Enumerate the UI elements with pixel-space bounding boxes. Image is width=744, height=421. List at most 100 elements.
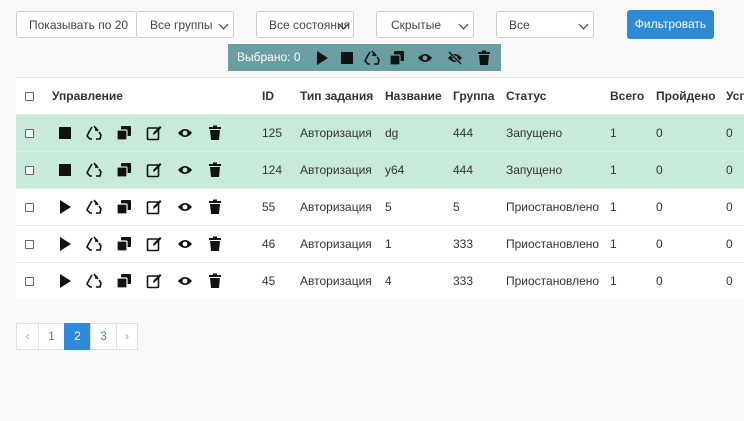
trash-icon[interactable]	[207, 273, 223, 289]
per-page-select[interactable]: Показывать по 20	[16, 11, 137, 38]
recycle-icon[interactable]	[86, 125, 102, 141]
page-link[interactable]: 1	[38, 323, 65, 350]
trash-icon[interactable]	[207, 199, 223, 215]
trash-icon[interactable]	[207, 162, 223, 178]
cell-success: 0	[726, 126, 733, 140]
stop-icon[interactable]	[57, 125, 73, 141]
cell-task-type: Авторизация	[300, 274, 372, 288]
cell-total: 1	[610, 274, 617, 288]
eye-icon[interactable]	[177, 236, 193, 252]
bulk-actions-bar: Выбрано: 0	[228, 44, 501, 71]
cell-id: 45	[262, 274, 276, 288]
per-page-value: Показывать по 20	[29, 18, 129, 32]
cell-id: 55	[262, 200, 276, 214]
cell-passed: 0	[656, 163, 663, 177]
selected-count: Выбрано: 0	[237, 50, 301, 64]
header-status[interactable]: Статус	[506, 78, 546, 115]
copy-icon[interactable]	[116, 273, 132, 289]
play-icon[interactable]	[314, 50, 330, 66]
header-id[interactable]: ID	[262, 78, 274, 115]
row-checkbox[interactable]	[25, 277, 34, 286]
recycle-icon[interactable]	[86, 273, 102, 289]
table-row: 124 Авторизация y64 444 Запущено 1 0 0	[16, 151, 744, 188]
row-checkbox[interactable]	[25, 166, 34, 175]
header-name[interactable]: Название	[385, 78, 442, 115]
table-row: 45 Авторизация 4 333 Приостановлено 1 0 0	[16, 262, 744, 299]
eye-icon[interactable]	[177, 199, 193, 215]
play-icon[interactable]	[57, 236, 73, 252]
copy-icon[interactable]	[116, 236, 132, 252]
header-total[interactable]: Всего	[610, 78, 644, 115]
cell-success: 0	[726, 274, 733, 288]
table-row: 46 Авторизация 1 333 Приостановлено 1 0 0	[16, 225, 744, 262]
eye-icon[interactable]	[417, 50, 433, 66]
copy-icon[interactable]	[116, 162, 132, 178]
cell-status: Приостановлено	[506, 237, 600, 251]
eye-slash-icon[interactable]	[447, 50, 463, 66]
recycle-icon[interactable]	[86, 162, 102, 178]
table-row: 55 Авторизация 5 5 Приостановлено 1 0 0	[16, 188, 744, 225]
header-group[interactable]: Группа	[453, 78, 494, 115]
hidden-select[interactable]: Скрытые	[376, 11, 474, 38]
eye-icon[interactable]	[177, 273, 193, 289]
cell-id: 46	[262, 237, 276, 251]
chevron-down-icon	[458, 19, 469, 30]
cell-passed: 0	[656, 274, 663, 288]
recycle-icon[interactable]	[86, 236, 102, 252]
cell-id: 125	[262, 126, 283, 140]
header-success[interactable]: Успешно	[726, 78, 744, 115]
header-passed[interactable]: Пройдено	[656, 78, 716, 115]
cell-task-type: Авторизация	[300, 200, 372, 214]
cell-task-type: Авторизация	[300, 163, 372, 177]
cell-status: Приостановлено	[506, 274, 600, 288]
cell-passed: 0	[656, 237, 663, 251]
row-checkbox[interactable]	[25, 203, 34, 212]
edit-icon[interactable]	[146, 236, 162, 252]
all-select[interactable]: Все	[496, 11, 594, 38]
row-checkbox[interactable]	[25, 129, 34, 138]
filter-button[interactable]: Фильтровать	[627, 10, 714, 39]
header-manage: Управление	[52, 89, 123, 103]
cell-group: 5	[453, 200, 460, 214]
hidden-value: Скрытые	[391, 18, 442, 32]
page-link[interactable]: 3	[90, 323, 117, 350]
page-link-current[interactable]: 2	[64, 323, 91, 350]
trash-icon[interactable]	[476, 50, 492, 66]
copy-icon[interactable]	[389, 50, 405, 66]
states-select[interactable]: Все состояния	[256, 11, 354, 38]
prev-page-button[interactable]: ‹	[16, 323, 39, 350]
cell-name: 5	[385, 200, 392, 214]
recycle-icon[interactable]	[364, 50, 380, 66]
stop-icon[interactable]	[57, 162, 73, 178]
cell-name: dg	[385, 126, 399, 140]
cell-success: 0	[726, 163, 733, 177]
eye-icon[interactable]	[177, 125, 193, 141]
groups-value: Все группы	[150, 18, 213, 32]
play-icon[interactable]	[57, 199, 73, 215]
select-all-checkbox[interactable]	[25, 92, 34, 101]
groups-select[interactable]: Все группы	[136, 11, 234, 38]
play-icon[interactable]	[57, 273, 73, 289]
copy-icon[interactable]	[116, 199, 132, 215]
cell-group: 333	[453, 237, 474, 251]
edit-icon[interactable]	[146, 273, 162, 289]
cell-passed: 0	[656, 200, 663, 214]
cell-success: 0	[726, 237, 733, 251]
recycle-icon[interactable]	[86, 199, 102, 215]
stop-icon[interactable]	[339, 50, 355, 66]
cell-group: 444	[453, 163, 474, 177]
copy-icon[interactable]	[116, 125, 132, 141]
edit-icon[interactable]	[146, 125, 162, 141]
cell-task-type: Авторизация	[300, 237, 372, 251]
edit-icon[interactable]	[146, 199, 162, 215]
chevron-down-icon	[218, 19, 229, 30]
trash-icon[interactable]	[207, 125, 223, 141]
header-task-type[interactable]: Тип задания	[300, 78, 373, 115]
trash-icon[interactable]	[207, 236, 223, 252]
next-page-button[interactable]: ›	[116, 323, 138, 350]
edit-icon[interactable]	[146, 162, 162, 178]
cell-group: 333	[453, 274, 474, 288]
row-checkbox[interactable]	[25, 240, 34, 249]
eye-icon[interactable]	[177, 162, 193, 178]
table-header-row: Управление ID Тип задания Название Групп…	[16, 77, 744, 114]
